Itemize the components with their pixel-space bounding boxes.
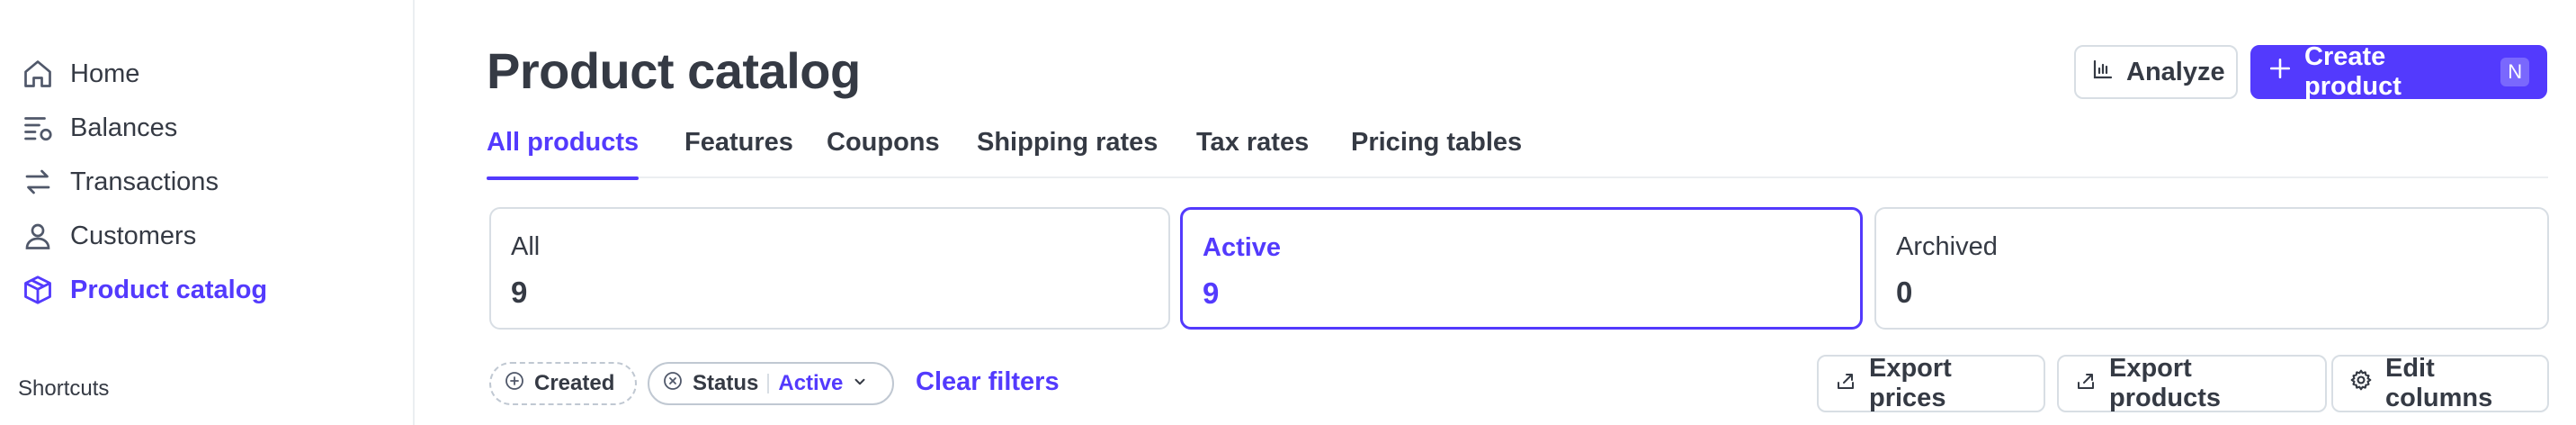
tab-tax-rates[interactable]: Tax rates — [1196, 128, 1309, 178]
shortcuts-heading: Shortcuts — [18, 376, 110, 401]
tab-coupons[interactable]: Coupons — [827, 128, 940, 178]
sidebar: Home Balances Transactions Customers Pro… — [0, 0, 415, 425]
status-filter-label: Status — [693, 371, 759, 395]
app-window: Home Balances Transactions Customers Pro… — [0, 0, 2576, 425]
sidebar-item-home[interactable]: Home — [22, 52, 139, 95]
bar-chart-icon — [2092, 58, 2114, 87]
remove-filter-icon[interactable] — [662, 370, 684, 398]
export-icon — [1835, 369, 1856, 399]
sidebar-item-label: Customers — [70, 221, 197, 250]
stat-value: 0 — [1896, 276, 1913, 309]
export-prices-button[interactable]: Export prices — [1817, 354, 2045, 412]
stat-label: All — [511, 232, 541, 261]
tab-shipping-rates[interactable]: Shipping rates — [977, 128, 1158, 178]
export-prices-label: Export prices — [1869, 354, 1952, 412]
stat-card-active[interactable]: Active 9 — [1180, 207, 1863, 330]
stat-value: 9 — [511, 276, 528, 309]
sidebar-item-label: Transactions — [70, 167, 219, 196]
person-icon — [22, 220, 54, 252]
sidebar-item-label: Product catalog — [70, 275, 268, 304]
export-products-label: Export products — [2109, 354, 2222, 412]
sidebar-item-label: Balances — [70, 113, 178, 142]
tab-all-products[interactable]: All products — [487, 128, 640, 180]
status-filter-value: Active — [778, 371, 844, 395]
edit-columns-label: Edit columns — [2385, 354, 2493, 412]
package-icon — [22, 274, 54, 306]
tab-bar: All products Features Coupons Shipping r… — [487, 122, 2548, 180]
create-product-button[interactable]: Create product N — [2250, 42, 2547, 101]
tab-pricing-tables[interactable]: Pricing tables — [1351, 128, 1522, 178]
edit-columns-button[interactable]: Edit columns — [2331, 354, 2549, 412]
balances-icon — [22, 112, 54, 144]
created-filter-label: Created — [534, 371, 615, 395]
stat-card-archived[interactable]: Archived 0 — [1874, 207, 2549, 330]
keyboard-shortcut-badge: N — [2500, 58, 2529, 86]
sidebar-item-balances[interactable]: Balances — [22, 106, 177, 149]
plus-circle-icon — [504, 370, 525, 398]
stat-label: Archived — [1896, 232, 1998, 261]
status-filter-chip[interactable]: Status Active — [648, 362, 894, 405]
sidebar-item-customers[interactable]: Customers — [22, 214, 196, 258]
sidebar-item-transactions[interactable]: Transactions — [22, 160, 219, 203]
analyze-button[interactable]: Analyze — [2074, 45, 2238, 99]
created-filter-chip[interactable]: Created — [489, 362, 637, 405]
stat-value: 9 — [1203, 276, 1220, 310]
page-title: Product catalog — [487, 42, 861, 99]
chevron-down-icon — [852, 371, 868, 396]
plus-icon — [2268, 57, 2292, 87]
stat-label: Active — [1203, 233, 1282, 262]
analyze-label: Analyze — [2126, 57, 2225, 86]
gear-icon — [2349, 368, 2373, 399]
clear-filters-link[interactable]: Clear filters — [916, 367, 1060, 397]
stat-card-all[interactable]: All 9 — [489, 207, 1170, 330]
home-icon — [22, 58, 54, 90]
export-icon — [2075, 369, 2097, 399]
create-product-label: Create product — [2304, 42, 2402, 101]
chip-divider — [767, 374, 770, 393]
export-products-button[interactable]: Export products — [2057, 354, 2327, 412]
sidebar-item-label: Home — [70, 59, 140, 88]
tab-features[interactable]: Features — [684, 128, 793, 178]
sidebar-item-product-catalog[interactable]: Product catalog — [22, 268, 267, 312]
arrows-swap-icon — [22, 166, 54, 198]
